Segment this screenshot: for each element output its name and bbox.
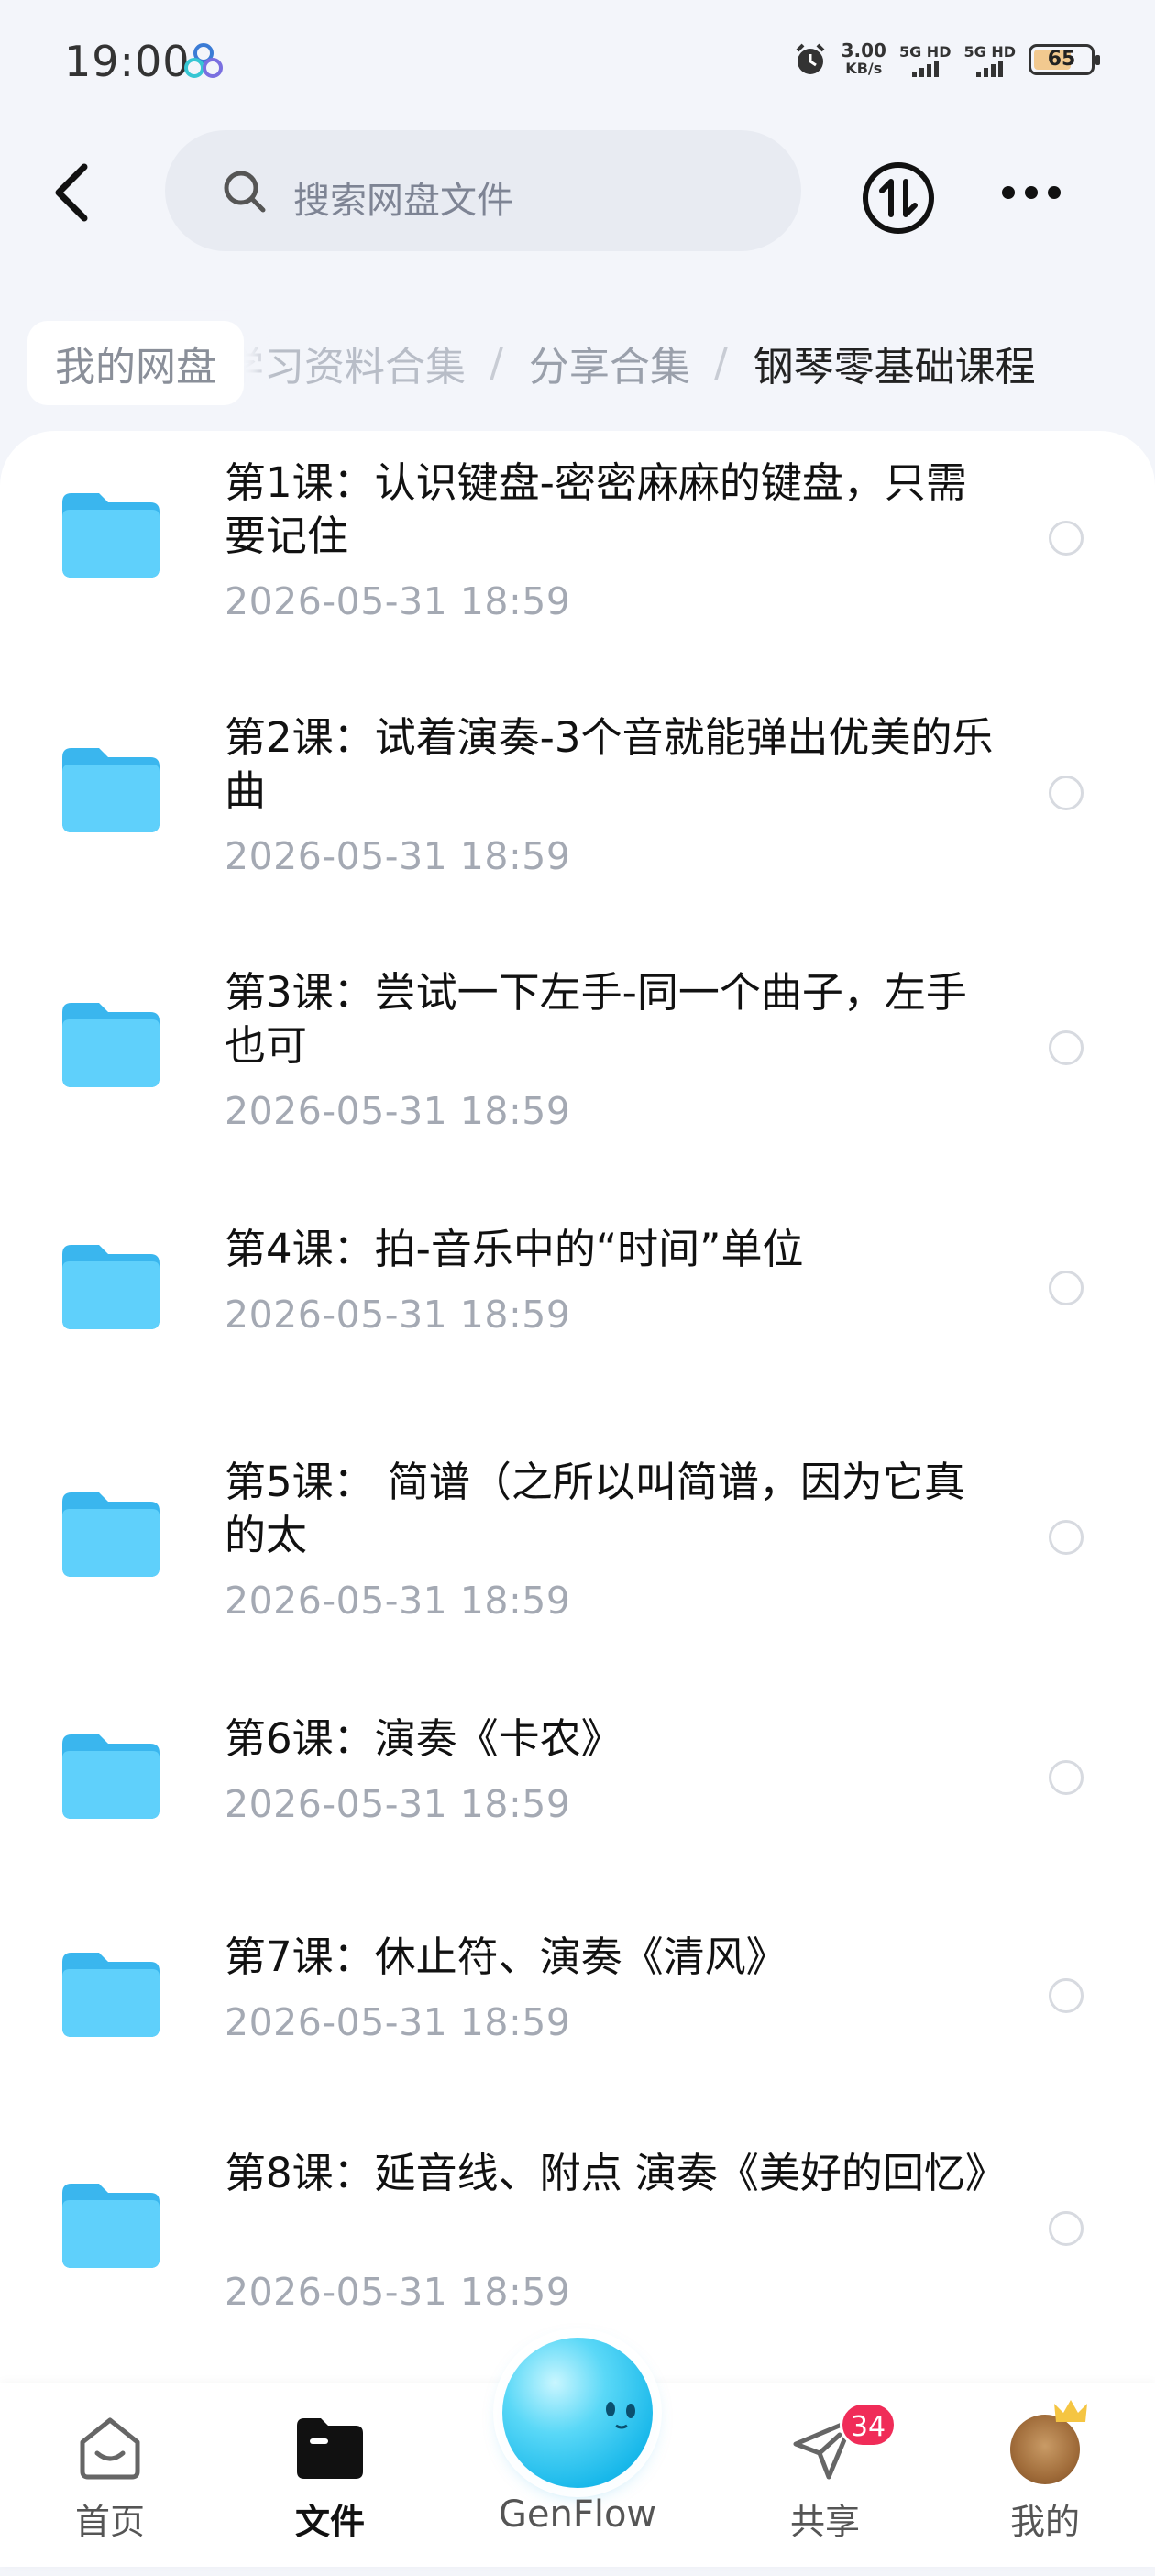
file-row[interactable]: 第6课：演奏《卡农》 2026-05-31 18:59	[0, 1685, 1155, 1868]
breadcrumb-separator: /	[490, 339, 503, 387]
nav-files-label: 文件	[294, 2502, 365, 2542]
sim2-label: 5G HD	[963, 42, 1016, 61]
more-icon[interactable]	[999, 174, 1063, 211]
file-date: 2026-05-31 18:59	[225, 1293, 571, 1337]
select-radio[interactable]	[1049, 1271, 1084, 1305]
file-date: 2026-05-31 18:59	[225, 579, 571, 623]
select-radio[interactable]	[1049, 1520, 1084, 1555]
signal-bars-icon	[976, 60, 1004, 77]
nav-genflow-label: GenFlow	[498, 2493, 657, 2536]
folder-icon	[62, 2184, 160, 2268]
select-radio[interactable]	[1049, 521, 1084, 556]
folder-icon	[62, 1245, 160, 1329]
file-row[interactable]: 第3课：尝试一下左手-同一个曲子，左手也可 2026-05-31 18:59	[0, 941, 1155, 1179]
sim1-label: 5G HD	[898, 42, 952, 61]
network-speed: 3.00 KB/s	[842, 41, 886, 78]
signal-bars-icon	[911, 60, 939, 77]
file-date: 2026-05-31 18:59	[225, 834, 571, 878]
file-date: 2026-05-31 18:59	[225, 2270, 571, 2314]
select-radio[interactable]	[1049, 776, 1084, 810]
nav-home-label: 首页	[74, 2502, 145, 2542]
breadcrumb-current: 钢琴零基础课程	[753, 344, 1036, 391]
nav-share-label: 共享	[789, 2502, 860, 2542]
home-icon	[80, 2417, 140, 2480]
share-badge: 34	[840, 2402, 896, 2448]
nav-genflow[interactable]: GenFlow	[477, 2338, 678, 2576]
bottom-nav: 首页 文件 GenFlow 34 共享 我的	[0, 2338, 1155, 2567]
file-icon	[297, 2418, 363, 2479]
breadcrumb-item[interactable]: 学习资料合集	[224, 334, 466, 392]
file-date: 2026-05-31 18:59	[225, 1579, 571, 1623]
battery-icon: 65	[1028, 44, 1100, 75]
transfer-icon[interactable]	[860, 160, 937, 237]
folder-icon	[62, 1003, 160, 1087]
file-row[interactable]: 第5课： 简谱（之所以叫简谱，因为它真的太 2026-05-31 18:59	[0, 1430, 1155, 1668]
folder-icon	[62, 748, 160, 832]
folder-icon	[62, 493, 160, 578]
top-bar: 搜索网盘文件	[0, 119, 1155, 266]
nav-me-label: 我的	[1009, 2502, 1080, 2542]
file-date: 2026-05-31 18:59	[225, 1782, 571, 1826]
genflow-orb-icon	[502, 2338, 653, 2488]
file-row[interactable]: 第8课：延音线、附点 演奏《美好的回忆》 2026-05-31 18:59	[0, 2121, 1155, 2360]
select-radio[interactable]	[1049, 2211, 1084, 2246]
file-title: 第8课：延音线、附点 演奏《美好的回忆》	[225, 2149, 1006, 2197]
search-placeholder: 搜索网盘文件	[293, 180, 513, 222]
search-icon	[224, 171, 266, 213]
file-row[interactable]: 第1课：认识键盘-密密麻麻的键盘，只需要记住 2026-05-31 18:59	[0, 431, 1155, 669]
breadcrumb-item[interactable]: 分享合集	[529, 334, 690, 392]
file-row[interactable]: 第7课：休止符、演奏《清风》 2026-05-31 18:59	[0, 1903, 1155, 2086]
network-speed-unit: KB/s	[845, 60, 883, 77]
folder-icon	[62, 1953, 160, 2037]
file-title: 第1课：认识键盘-密密麻麻的键盘，只需要记住	[225, 458, 967, 560]
file-row[interactable]: 第4课：拍-音乐中的“时间”单位 2026-05-31 18:59	[0, 1195, 1155, 1379]
crown-icon	[1054, 2400, 1087, 2422]
status-bar: 19:00 3.00 KB/s 5G HD 5G HD 65	[0, 0, 1155, 119]
select-radio[interactable]	[1049, 1030, 1084, 1065]
breadcrumb: 我的网盘 学习资料合集 / 分享合集 / 钢琴零基础课程	[0, 303, 1155, 413]
battery-level: 65	[1047, 48, 1076, 71]
file-title: 第5课： 简谱（之所以叫简谱，因为它真的太	[225, 1458, 965, 1559]
file-title: 第3课：尝试一下左手-同一个曲子，左手也可	[225, 968, 967, 1070]
folder-icon	[62, 1734, 160, 1819]
folder-icon	[62, 1492, 160, 1577]
file-row[interactable]: 第2课：试着演奏-3个音就能弹出优美的乐曲 2026-05-31 18:59	[0, 686, 1155, 924]
app-notification-icon	[184, 43, 223, 78]
breadcrumb-separator: /	[713, 339, 728, 387]
file-date: 2026-05-31 18:59	[225, 2000, 571, 2044]
network-speed-value: 3.00	[841, 39, 886, 61]
search-input[interactable]: 搜索网盘文件	[165, 130, 801, 251]
file-title: 第2课：试着演奏-3个音就能弹出优美的乐曲	[225, 713, 994, 815]
file-title: 第6课：演奏《卡农》	[225, 1714, 622, 1763]
signal-sim1: 5G HD	[898, 42, 952, 77]
file-list: 第1课：认识键盘-密密麻麻的键盘，只需要记住 2026-05-31 18:59 …	[0, 431, 1155, 2383]
file-title: 第7课：休止符、演奏《清风》	[225, 1932, 787, 1981]
breadcrumb-home[interactable]: 我的网盘	[28, 321, 244, 405]
file-date: 2026-05-31 18:59	[225, 1089, 571, 1133]
back-arrow-icon[interactable]	[46, 156, 101, 229]
signal-sim2: 5G HD	[963, 43, 1016, 77]
genflow-face-icon	[606, 2402, 635, 2429]
select-radio[interactable]	[1049, 1760, 1084, 1795]
status-time: 19:00	[64, 37, 191, 86]
file-title: 第4课：拍-音乐中的“时间”单位	[225, 1225, 804, 1273]
select-radio[interactable]	[1049, 1978, 1084, 2013]
alarm-icon	[796, 43, 825, 74]
